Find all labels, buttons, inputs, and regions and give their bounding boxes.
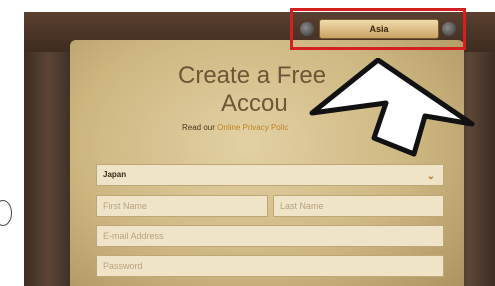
country-select-value: Japan bbox=[103, 170, 127, 179]
left-wood-pillar bbox=[24, 52, 74, 286]
region-select-highlight: Asia bbox=[290, 8, 466, 50]
pointer-arrow-icon bbox=[309, 58, 475, 157]
first-name-placeholder: First Name bbox=[103, 201, 148, 211]
country-select[interactable]: Japan ⌄ bbox=[96, 164, 444, 186]
password-placeholder: Password bbox=[103, 261, 143, 271]
region-button[interactable]: Asia bbox=[319, 19, 439, 39]
chevron-down-icon: ⌄ bbox=[426, 171, 435, 182]
privacy-notice: Read our Online Privacy Polic bbox=[182, 123, 288, 132]
privacy-policy-link[interactable]: Online Privacy Polic bbox=[217, 123, 288, 132]
last-name-placeholder: Last Name bbox=[280, 201, 324, 211]
first-name-field[interactable]: First Name bbox=[96, 195, 268, 217]
decorative-circle-icon bbox=[0, 200, 12, 226]
email-field[interactable]: E-mail Address bbox=[96, 225, 444, 247]
privacy-prefix: Read our bbox=[182, 123, 215, 132]
page-title-line2: Accou bbox=[221, 90, 288, 117]
password-field[interactable]: Password bbox=[96, 255, 444, 277]
email-placeholder: E-mail Address bbox=[103, 231, 164, 241]
bolt-icon bbox=[300, 22, 314, 36]
bolt-icon bbox=[442, 22, 456, 36]
last-name-field[interactable]: Last Name bbox=[273, 195, 444, 217]
